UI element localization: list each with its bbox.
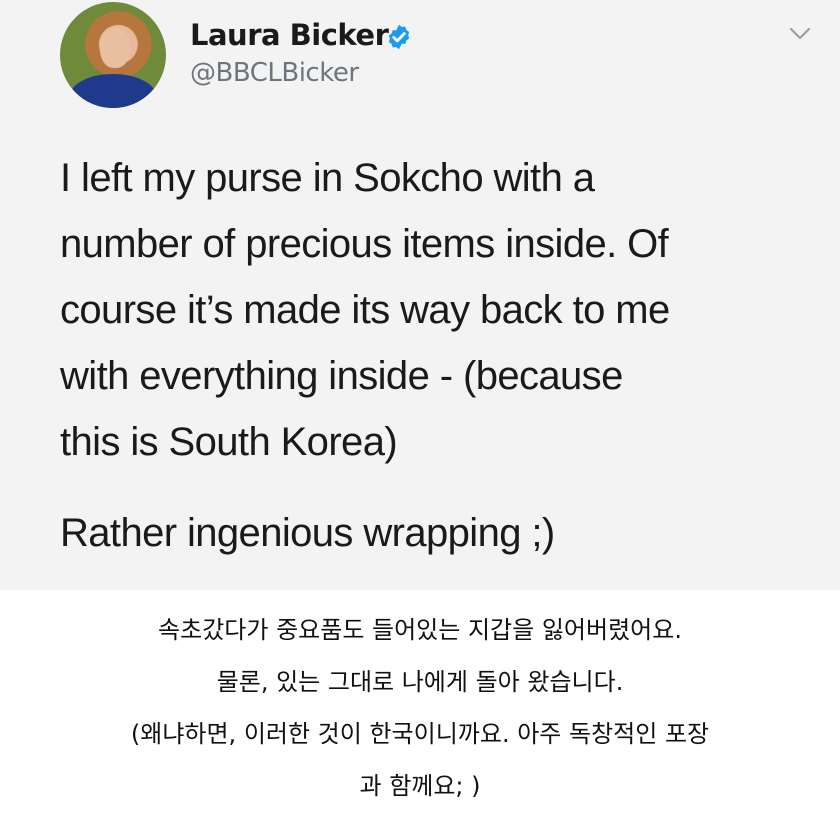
screenshot-page: Laura Bicker @BBCLBicker I left my purse… <box>0 0 840 819</box>
author-display-name[interactable]: Laura Bicker <box>190 18 389 52</box>
chevron-down-icon[interactable] <box>788 26 812 42</box>
avatar-face <box>100 28 130 68</box>
tweet-body-line: course it’s made its way back to me <box>60 288 670 332</box>
tweet-body-line: I left my purse in Sokcho with a <box>60 156 595 200</box>
tweet-body-line: this is South Korea) <box>60 420 398 464</box>
tweet-body-line: number of precious items inside. Of <box>60 222 669 266</box>
tweet-card[interactable]: Laura Bicker @BBCLBicker I left my purse… <box>0 0 840 590</box>
tweet-body: I left my purse in Sokcho with a number … <box>60 145 820 475</box>
caption-line: 과 함께요; ) <box>359 772 481 800</box>
caption-line: (왜냐하면, 이러한 것이 한국이니까요. 아주 독창적인 포장 <box>130 720 710 748</box>
caption-line: 물론, 있는 그대로 나에게 돌아 왔습니다. <box>216 668 624 696</box>
korean-caption: 속초갔다가 중요품도 들어있는 지갑을 잃어버렸어요. 물론, 있는 그대로 나… <box>0 604 840 812</box>
caption-line: 속초갔다가 중요품도 들어있는 지갑을 잃어버렸어요. <box>158 616 682 644</box>
tweet-body-second-paragraph: Rather ingenious wrapping ;) <box>60 511 555 555</box>
avatar[interactable] <box>60 2 166 108</box>
tweet-body-line: with everything inside - (because <box>60 354 623 398</box>
verified-badge-icon <box>388 24 410 50</box>
avatar-shoulders <box>70 74 156 108</box>
author-handle[interactable]: @BBCLBicker <box>190 58 359 88</box>
